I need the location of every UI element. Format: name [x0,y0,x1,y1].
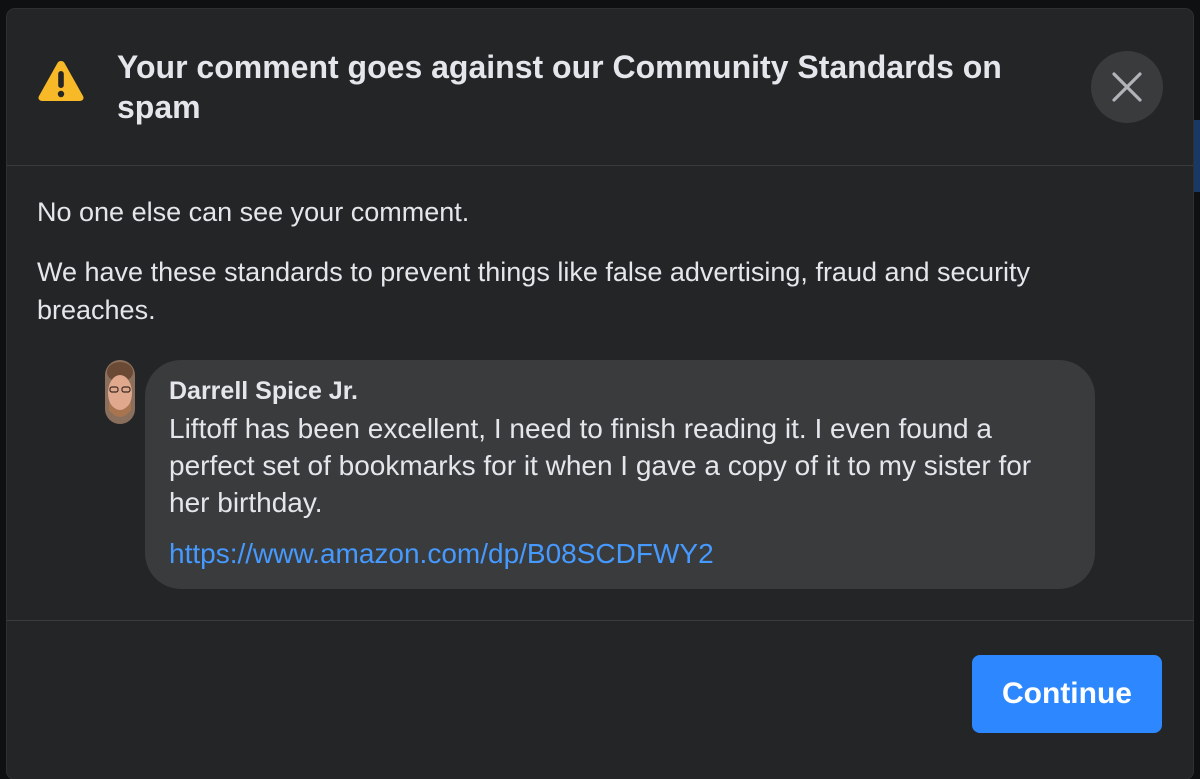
background-accent-edge [1194,120,1200,192]
continue-button[interactable]: Continue [972,655,1162,733]
dialog-header: Your comment goes against our Community … [7,9,1193,166]
avatar[interactable] [105,360,135,424]
dialog-title: Your comment goes against our Community … [117,49,1002,125]
footer-divider [7,620,1193,621]
visibility-notice: No one else can see your comment. [37,197,470,227]
comment-text: Liftoff has been excellent, I need to fi… [169,413,1032,518]
close-button[interactable] [1091,51,1163,123]
comment-author[interactable]: Darrell Spice Jr. [169,376,358,406]
close-icon [1112,72,1142,102]
warning-triangle-icon [37,59,85,103]
comment-link[interactable]: https://www.amazon.com/dp/B08SCDFWY2 [169,536,714,572]
spam-warning-dialog: Your comment goes against our Community … [7,9,1193,779]
standards-explanation: We have these standards to prevent thing… [37,257,1031,325]
comment-bubble: Darrell Spice Jr. Liftoff has been excel… [145,360,1095,589]
